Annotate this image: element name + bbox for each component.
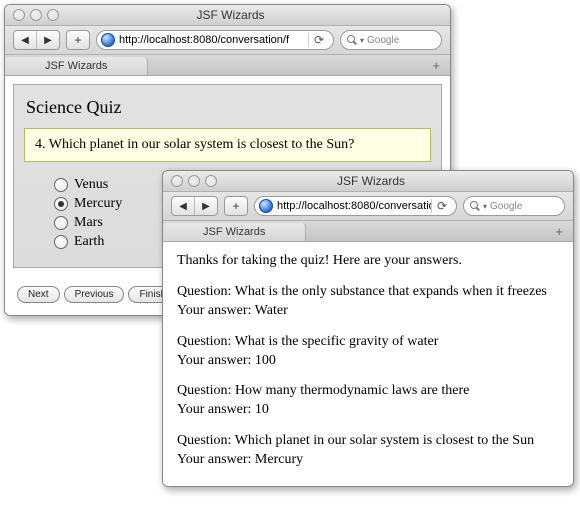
result-answer: Your answer: Water	[177, 302, 559, 321]
site-icon	[259, 199, 273, 213]
window-title: JSF Wizards	[177, 174, 565, 188]
browser-window-results: JSF Wizards ◀ ▶ + http://localhost:8080/…	[162, 170, 574, 487]
result-item: Question: What is the specific gravity o…	[177, 333, 559, 371]
option-label: Mercury	[74, 196, 122, 212]
question-number: 4.	[35, 137, 46, 152]
tab-bar: JSF Wizards +	[5, 55, 450, 76]
url-text: http://localhost:8080/conversation/f	[277, 200, 431, 212]
radio-icon	[54, 216, 68, 230]
new-tab-button[interactable]: +	[422, 55, 450, 75]
reload-button[interactable]: ⟳	[308, 33, 329, 47]
search-field[interactable]: ▾ Google	[340, 30, 442, 50]
nav-buttons: ◀ ▶	[171, 196, 218, 216]
option-label: Earth	[74, 234, 104, 250]
new-tab-button[interactable]: +	[545, 221, 573, 241]
forward-button[interactable]: ▶	[36, 31, 59, 49]
tab-label: JSF Wizards	[203, 226, 265, 238]
nav-buttons: ◀ ▶	[13, 30, 60, 50]
result-question: Question: What is the only substance tha…	[177, 283, 559, 302]
search-icon	[470, 201, 480, 211]
result-question: Question: What is the specific gravity o…	[177, 333, 559, 352]
radio-icon	[54, 197, 68, 211]
search-icon	[347, 35, 357, 45]
result-question: Question: Which planet in our solar syst…	[177, 432, 559, 451]
chevron-down-icon: ▾	[360, 36, 364, 45]
window-title: JSF Wizards	[19, 8, 442, 22]
address-bar[interactable]: http://localhost:8080/conversation/f ⟳	[96, 30, 334, 50]
forward-button[interactable]: ▶	[194, 197, 217, 215]
result-answer: Your answer: 100	[177, 352, 559, 371]
back-button[interactable]: ◀	[14, 31, 36, 49]
option-label: Venus	[74, 177, 108, 193]
tab-active[interactable]: JSF Wizards	[5, 57, 148, 75]
search-placeholder: Google	[367, 35, 399, 46]
result-answer: Your answer: 10	[177, 401, 559, 420]
question-text: Which planet in our solar system is clos…	[49, 137, 355, 152]
question-box: 4. Which planet in our solar system is c…	[24, 128, 431, 162]
result-answer: Your answer: Mercury	[177, 451, 559, 470]
tab-bar: JSF Wizards +	[163, 221, 573, 242]
radio-icon	[54, 178, 68, 192]
search-placeholder: Google	[490, 201, 522, 212]
add-bookmark-button[interactable]: +	[66, 30, 90, 50]
address-bar[interactable]: http://localhost:8080/conversation/f ⟳	[254, 196, 457, 216]
titlebar: JSF Wizards	[5, 5, 450, 26]
search-field[interactable]: ▾ Google	[463, 196, 565, 216]
quiz-title: Science Quiz	[14, 89, 441, 128]
url-text: http://localhost:8080/conversation/f	[119, 34, 308, 46]
site-icon	[101, 33, 115, 47]
radio-icon	[54, 235, 68, 249]
tab-label: JSF Wizards	[45, 60, 107, 72]
result-item: Question: How many thermodynamic laws ar…	[177, 382, 559, 420]
result-item: Question: What is the only substance tha…	[177, 283, 559, 321]
toolbar: ◀ ▶ + http://localhost:8080/conversation…	[163, 192, 573, 221]
results-intro: Thanks for taking the quiz! Here are you…	[177, 252, 559, 271]
option-label: Mars	[74, 215, 103, 231]
titlebar: JSF Wizards	[163, 171, 573, 192]
result-item: Question: Which planet in our solar syst…	[177, 432, 559, 470]
add-bookmark-button[interactable]: +	[224, 196, 248, 216]
chevron-down-icon: ▾	[483, 202, 487, 211]
tab-active[interactable]: JSF Wizards	[163, 223, 306, 241]
results-content: Thanks for taking the quiz! Here are you…	[163, 242, 573, 486]
previous-button[interactable]: Previous	[64, 286, 125, 303]
toolbar: ◀ ▶ + http://localhost:8080/conversation…	[5, 26, 450, 55]
result-question: Question: How many thermodynamic laws ar…	[177, 382, 559, 401]
next-button[interactable]: Next	[17, 286, 60, 303]
back-button[interactable]: ◀	[172, 197, 194, 215]
reload-button[interactable]: ⟳	[431, 199, 452, 213]
